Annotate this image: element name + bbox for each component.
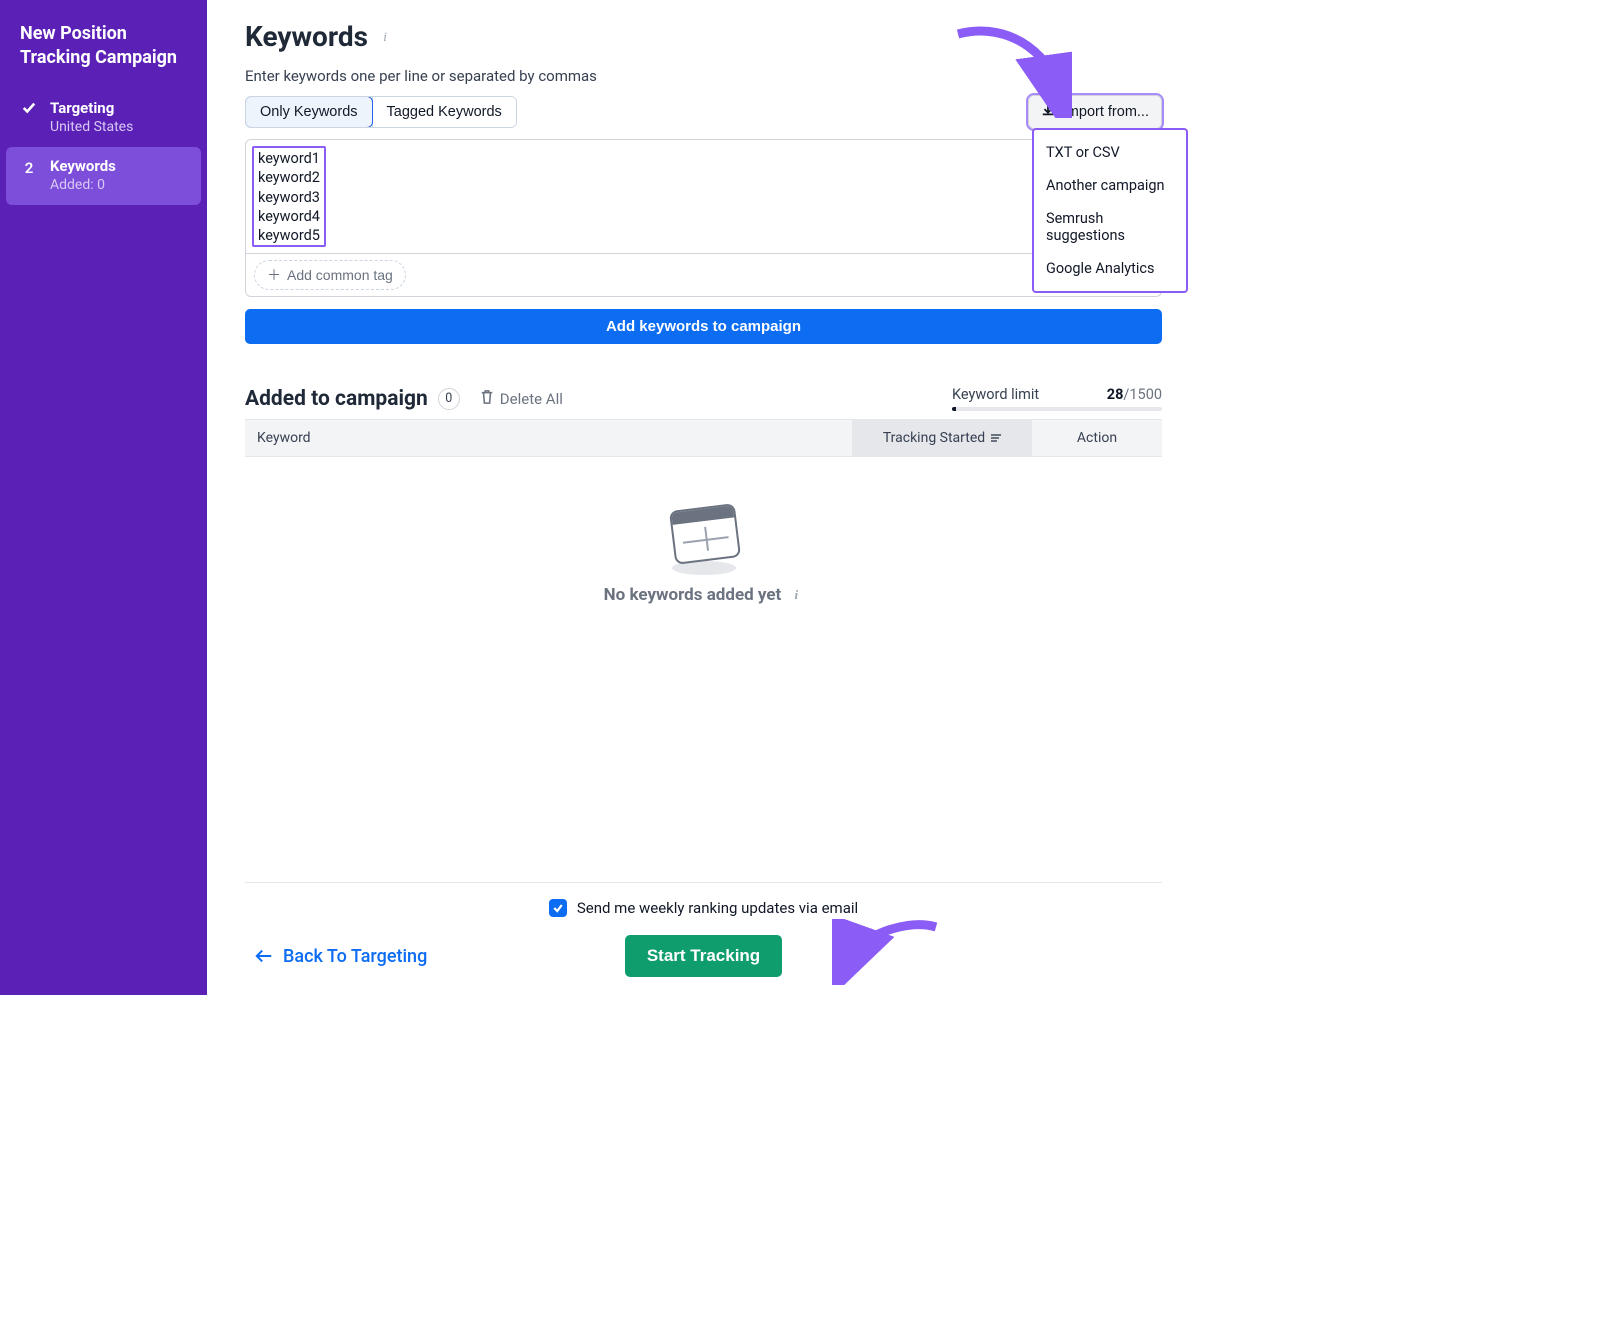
page-title: Keywords	[245, 20, 368, 53]
keyword-limit-current: 28	[1107, 386, 1124, 403]
weekly-updates-label[interactable]: Send me weekly ranking updates via email	[577, 899, 858, 917]
import-button-label: Import from...	[1063, 104, 1149, 120]
weekly-updates-checkbox[interactable]	[549, 899, 567, 917]
keyword-limit-max: 1500	[1129, 386, 1162, 403]
empty-state-text: No keywords added yet	[604, 585, 782, 605]
step-label: Targeting	[50, 99, 187, 117]
added-count-badge: 0	[438, 388, 460, 410]
step-label: Keywords	[50, 157, 187, 175]
col-tracking-started[interactable]: Tracking Started	[852, 420, 1032, 456]
import-option-txt-csv[interactable]: TXT or CSV	[1034, 136, 1186, 169]
wizard-footer: Send me weekly ranking updates via email…	[245, 882, 1162, 995]
plus-icon: ＋	[267, 265, 281, 285]
import-from-menu: TXT or CSV Another campaign Semrush sugg…	[1032, 128, 1188, 293]
check-icon	[20, 99, 38, 135]
col-action: Action	[1032, 420, 1162, 456]
import-from-button[interactable]: Import from...	[1028, 95, 1162, 129]
keyword-limit-label: Keyword limit	[952, 386, 1039, 403]
col-keyword[interactable]: Keyword	[245, 420, 852, 456]
keyword-mode-segmented: Only Keywords Tagged Keywords	[245, 96, 517, 128]
step-subtext: United States	[50, 119, 187, 135]
wizard-step-keywords[interactable]: 2 Keywords Added: 0	[6, 147, 201, 205]
keyword-limit-progress	[952, 407, 1162, 411]
info-icon[interactable]: i	[378, 30, 392, 44]
wizard-sidebar: New Position Tracking Campaign Targeting…	[0, 0, 207, 995]
start-tracking-button[interactable]: Start Tracking	[625, 935, 782, 977]
sort-icon	[991, 434, 1001, 442]
import-option-google-analytics[interactable]: Google Analytics	[1034, 252, 1186, 285]
delete-all-button[interactable]: Delete All	[480, 389, 563, 409]
added-section-title: Added to campaign	[245, 387, 428, 411]
add-common-tag-button[interactable]: ＋ Add common tag	[254, 260, 406, 290]
empty-state: No keywords added yet i	[245, 457, 1162, 635]
info-icon[interactable]: i	[789, 588, 803, 602]
keyword-limit: Keyword limit 28/1500	[952, 386, 1162, 411]
step-subtext: Added: 0	[50, 177, 187, 193]
keywords-table-header: Keyword Tracking Started Action	[245, 419, 1162, 457]
download-icon	[1041, 103, 1055, 121]
tab-only-keywords[interactable]: Only Keywords	[245, 96, 373, 128]
add-tag-row: ＋ Add common tag	[245, 254, 1162, 297]
trash-icon	[480, 389, 494, 409]
sidebar-title: New Position Tracking Campaign	[0, 22, 207, 89]
keywords-text-highlight: keyword1 keyword2 keyword3 keyword4 keyw…	[252, 146, 326, 247]
step-number: 2	[20, 157, 38, 193]
page-subtitle: Enter keywords one per line or separated…	[245, 67, 1162, 85]
main-content: Keywords i Enter keywords one per line o…	[207, 0, 1200, 995]
added-to-campaign-section: Added to campaign 0 Delete All Keyword l…	[245, 386, 1162, 635]
arrow-left-icon	[255, 949, 273, 963]
tab-tagged-keywords[interactable]: Tagged Keywords	[372, 97, 516, 127]
delete-all-label: Delete All	[500, 390, 563, 408]
back-link-label: Back To Targeting	[283, 946, 427, 967]
import-option-semrush-suggestions[interactable]: Semrush suggestions	[1034, 202, 1186, 252]
add-common-tag-label: Add common tag	[287, 267, 393, 283]
empty-state-illustration	[666, 501, 742, 571]
import-option-another-campaign[interactable]: Another campaign	[1034, 169, 1186, 202]
keywords-input[interactable]: keyword1 keyword2 keyword3 keyword4 keyw…	[245, 139, 1162, 254]
wizard-step-targeting[interactable]: Targeting United States	[0, 89, 207, 147]
add-keywords-button[interactable]: Add keywords to campaign	[245, 309, 1162, 344]
back-to-targeting-link[interactable]: Back To Targeting	[255, 946, 427, 967]
